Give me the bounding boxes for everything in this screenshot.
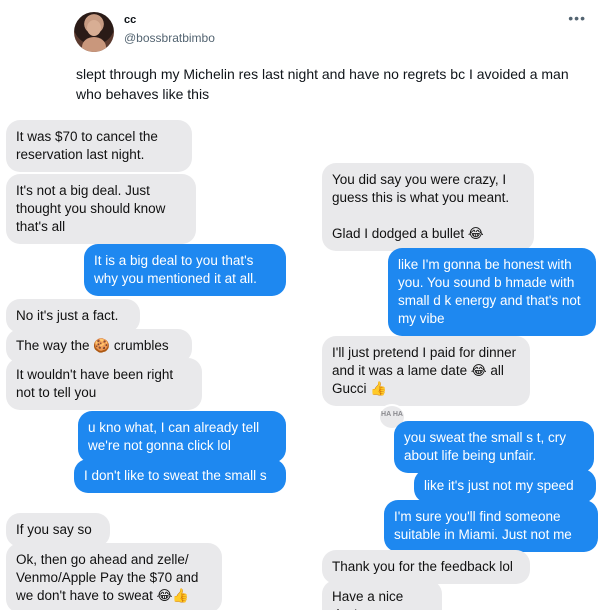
avatar[interactable]	[74, 12, 114, 52]
message-bubble-sent: It is a big deal to you that's why you m…	[84, 244, 286, 296]
display-name[interactable]: cc	[124, 14, 136, 26]
message-bubble-received: I'll just pretend I paid for dinner and …	[322, 336, 530, 406]
message-bubble-received: Thank you for the feedback lol	[322, 550, 530, 584]
avatar-body-shape	[82, 37, 106, 52]
message-bubble-received: It wouldn't have been right not to tell …	[6, 358, 202, 410]
message-bubble-received: You did say you were crazy, I guess this…	[322, 163, 534, 251]
message-bubble-sent: I'm sure you'll find someone suitable in…	[384, 500, 598, 552]
message-bubble-received: It's not a big deal. Just thought you sh…	[6, 174, 196, 244]
more-horizontal-icon[interactable]: •••	[568, 10, 586, 26]
message-bubble-sent: like I'm gonna be honest with you. You s…	[388, 248, 596, 336]
message-bubble-received: If you say so	[6, 513, 110, 547]
message-bubble-received: Ok, then go ahead and zelle/ Venmo/Apple…	[6, 543, 222, 610]
message-bubble-sent: you sweat the small s t, cry about life …	[394, 421, 594, 473]
user-handle[interactable]: @bossbratbimbo	[124, 31, 215, 45]
message-bubble-received: Have a nice day!	[322, 580, 442, 610]
message-bubble-received: No it's just a fact.	[6, 299, 140, 333]
avatar-face-shape	[87, 20, 101, 36]
message-bubble-sent: I don't like to sweat the small s	[74, 459, 286, 493]
message-bubble-received: It was $70 to cancel the reservation las…	[6, 120, 192, 172]
message-bubble-sent: u kno what, I can already tell we're not…	[78, 411, 286, 463]
tweet-header: cc @bossbratbimbo •••	[74, 10, 596, 58]
tweet-text: slept through my Michelin res last night…	[76, 66, 569, 102]
message-bubble-sent: like it's just not my speed	[414, 469, 596, 503]
